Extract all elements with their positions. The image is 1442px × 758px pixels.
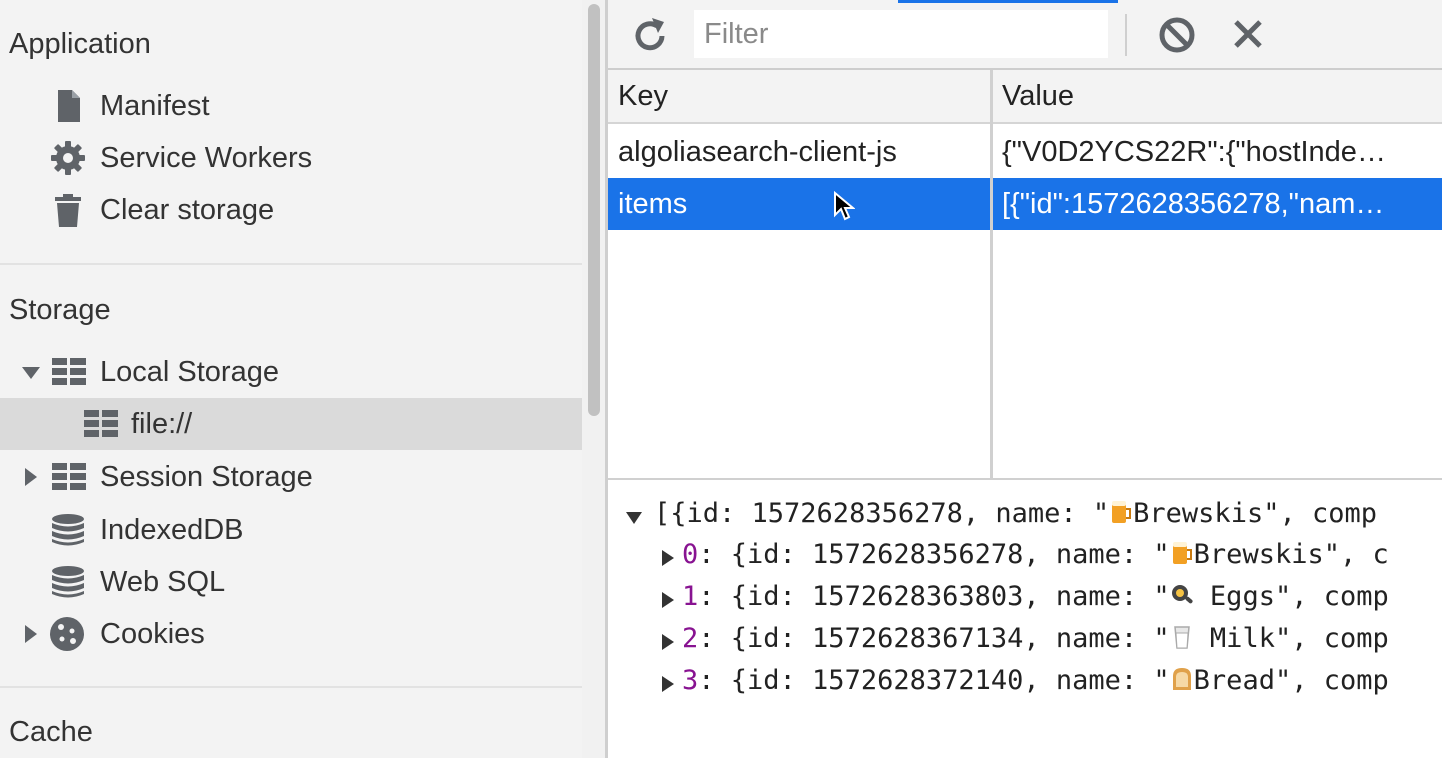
chevron-right-icon[interactable]: [658, 674, 678, 694]
entry-prefix: : {id: 1572628367134, name: ": [698, 623, 1170, 654]
close-icon[interactable]: [1228, 14, 1268, 54]
section-divider: [0, 686, 582, 688]
table-row[interactable]: algoliasearch-client-js {"V0D2YCS22R":{"…: [608, 126, 1442, 178]
sidebar-item-label: Cookies: [100, 618, 205, 650]
milk-emoji-icon: [1173, 626, 1190, 649]
bread-emoji-icon: [1172, 668, 1191, 690]
storage-view: Key Value algoliasearch-client-js {"V0D2…: [608, 0, 1442, 758]
sidebar-item-label: Clear storage: [100, 194, 275, 226]
table-row[interactable]: items [{"id":1572628356278,"nam…: [608, 178, 1442, 230]
toolbar: [608, 0, 1442, 70]
preview-summary[interactable]: [{id: 1572628356278, name: " Brewskis", c…: [654, 498, 1377, 529]
preview-entry[interactable]: 0: {id: 1572628356278, name: " Brewskis",…: [682, 539, 1389, 570]
table-icon: [52, 463, 86, 490]
entry-index: 2: [682, 623, 699, 654]
section-title-storage: Storage: [9, 294, 111, 326]
chevron-right-icon[interactable]: [20, 623, 42, 645]
cookie-icon: [50, 617, 84, 651]
entry-prefix: : {id: 1572628356278, name: ": [698, 539, 1170, 570]
preview-entry[interactable]: 1: {id: 1572628363803, name: " Eggs", co…: [682, 581, 1389, 612]
chevron-right-icon[interactable]: [658, 632, 678, 652]
entry-index: 1: [682, 581, 699, 612]
database-icon: [52, 566, 84, 598]
sidebar-item-indexeddb[interactable]: IndexedDB: [0, 504, 582, 556]
beer-emoji-icon: [1112, 501, 1132, 523]
entry-index: 0: [682, 539, 699, 570]
row-value[interactable]: [{"id":1572628356278,"nam…: [1002, 178, 1426, 230]
chevron-right-icon[interactable]: [658, 590, 678, 610]
mouse-cursor-icon: [834, 191, 855, 221]
sidebar-item-label: Manifest: [100, 90, 210, 122]
sidebar-item-cookies[interactable]: Cookies: [0, 608, 582, 660]
preview-summary-suffix: Brewskis", comp: [1133, 498, 1377, 529]
sidebar-item-file-origin[interactable]: file://: [0, 398, 582, 450]
entry-suffix: Milk", comp: [1193, 623, 1389, 654]
column-header-key[interactable]: Key: [618, 70, 990, 122]
toolbar-separator: [1125, 14, 1127, 56]
chevron-right-icon[interactable]: [658, 548, 678, 568]
sidebar-item-clear-storage[interactable]: Clear storage: [0, 184, 582, 236]
chevron-right-icon[interactable]: [20, 466, 42, 488]
sidebar-item-session-storage[interactable]: Session Storage: [0, 451, 582, 503]
sidebar-item-service-workers[interactable]: Service Workers: [0, 132, 582, 184]
sidebar-item-label: Service Workers: [100, 142, 313, 174]
sidebar-item-label: Session Storage: [100, 461, 313, 493]
sidebar-item-label: Web SQL: [100, 566, 226, 598]
egg-emoji-icon: [1171, 585, 1193, 604]
column-divider[interactable]: [990, 70, 993, 480]
beer-emoji-icon: [1172, 542, 1192, 564]
sidebar-item-local-storage[interactable]: Local Storage: [0, 346, 582, 398]
refresh-icon[interactable]: [628, 14, 672, 58]
entry-suffix: Bread", comp: [1193, 665, 1389, 696]
entry-suffix: Eggs", comp: [1193, 581, 1389, 612]
entry-prefix: : {id: 1572628363803, name: ": [698, 581, 1170, 612]
trash-icon: [55, 194, 81, 227]
entry-prefix: : {id: 1572628372140, name: ": [698, 665, 1170, 696]
sidebar-scrollbar-thumb[interactable]: [588, 4, 600, 416]
key-value-table: Key Value algoliasearch-client-js {"V0D2…: [608, 70, 1442, 480]
table-bottom-border: [608, 478, 1442, 480]
section-divider: [0, 263, 582, 265]
preview-entry[interactable]: 3: {id: 1572628372140, name: " Bread", co…: [682, 665, 1389, 696]
filter-input[interactable]: [694, 10, 1108, 58]
value-preview: [{id: 1572628356278, name: " Brewskis", c…: [608, 482, 1442, 758]
entry-suffix: Brewskis", c: [1193, 539, 1389, 570]
sidebar-item-label: Local Storage: [100, 356, 279, 388]
chevron-down-icon[interactable]: [20, 361, 42, 383]
row-key[interactable]: algoliasearch-client-js: [618, 126, 990, 178]
row-key[interactable]: items: [618, 178, 990, 230]
table-header: Key Value: [608, 70, 1442, 124]
section-title-application: Application: [9, 28, 151, 60]
sidebar-item-label: IndexedDB: [100, 514, 244, 546]
preview-summary-prefix: [{id: 1572628356278, name: ": [654, 498, 1110, 529]
row-value[interactable]: {"V0D2YCS22R":{"hostInde…: [1002, 126, 1426, 178]
preview-entry[interactable]: 2: {id: 1572628367134, name: " Milk", co…: [682, 623, 1389, 654]
table-icon: [84, 410, 118, 437]
database-icon: [52, 514, 84, 546]
file-icon: [58, 90, 80, 122]
sidebar-item-label: file://: [131, 408, 193, 440]
entry-index: 3: [682, 665, 699, 696]
gear-icon: [51, 141, 85, 175]
chevron-down-icon[interactable]: [624, 507, 644, 527]
column-header-value[interactable]: Value: [1002, 70, 1426, 122]
table-icon: [52, 358, 86, 385]
section-title-cache: Cache: [9, 716, 93, 748]
block-icon[interactable]: [1156, 14, 1198, 56]
sidebar-item-web-sql[interactable]: Web SQL: [0, 556, 582, 608]
sidebar: Application Manifest Service Workers Cle…: [0, 0, 582, 758]
sidebar-item-manifest[interactable]: Manifest: [0, 80, 582, 132]
toolbar-accent: [898, 0, 1118, 3]
